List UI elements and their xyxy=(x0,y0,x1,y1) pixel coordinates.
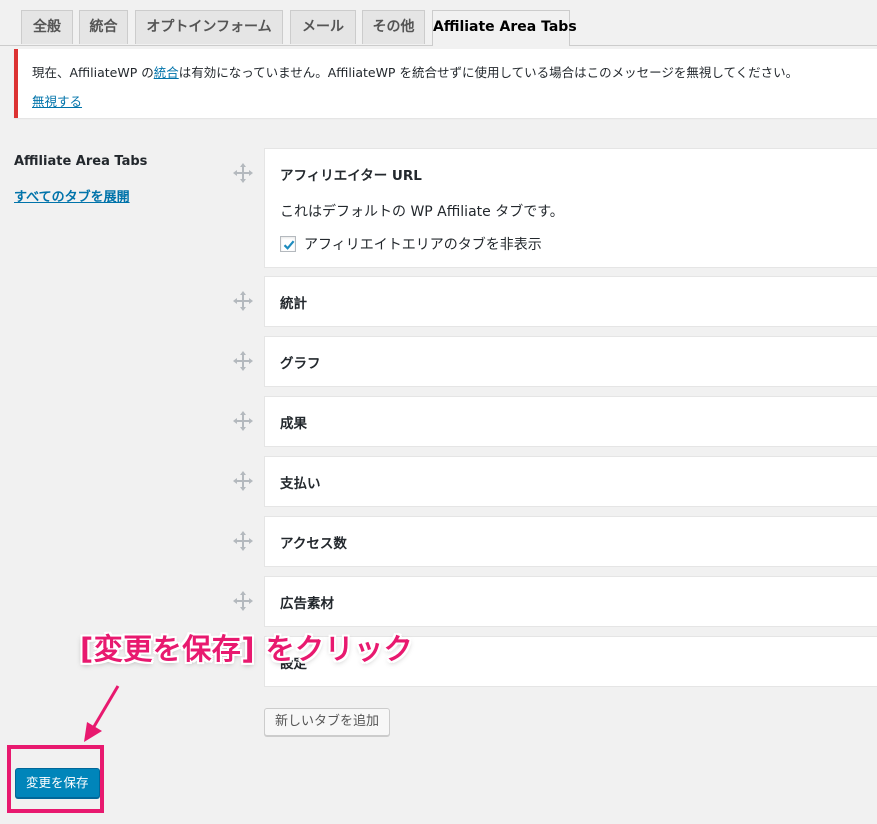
notice-text-after: は有効になっていません。AffiliateWP を統合せずに使用している場合はこ… xyxy=(178,65,799,80)
panel-title[interactable]: 支払い xyxy=(280,472,321,492)
move-handle-icon[interactable] xyxy=(233,531,253,551)
integration-notice: 現在、AffiliateWP の統合は有効になっていません。AffiliateW… xyxy=(14,49,877,118)
panel-title[interactable]: 成果 xyxy=(280,412,307,432)
move-handle-icon[interactable] xyxy=(233,471,253,491)
settings-tabs: 全般 統合 オプトインフォーム メール その他 Affiliate Area T… xyxy=(0,0,877,46)
panel-title[interactable]: アクセス数 xyxy=(280,532,347,552)
panel-title[interactable]: 広告素材 xyxy=(280,592,334,612)
move-handle-icon[interactable] xyxy=(233,591,253,611)
notice-text-before: 現在、AffiliateWP の xyxy=(32,65,154,80)
tab-misc[interactable]: その他 xyxy=(362,10,425,44)
panel-title[interactable]: アフィリエイター URL xyxy=(280,164,422,184)
move-handle-icon[interactable] xyxy=(233,291,253,311)
panel-description: これはデフォルトの WP Affiliate タブです。 xyxy=(280,204,564,220)
tab-panel-stats[interactable]: 統計 xyxy=(264,276,877,327)
panel-title[interactable]: グラフ xyxy=(280,352,321,372)
hide-tab-option[interactable]: アフィリエイトエリアのタブを非表示 xyxy=(280,234,542,254)
highlight-box xyxy=(7,745,104,813)
hide-tab-checkbox[interactable] xyxy=(280,236,296,252)
annotation-callout: [変更を保存] をクリック xyxy=(80,632,414,666)
tab-panel-affiliate-urls[interactable]: アフィリエイター URL これはデフォルトの WP Affiliate タブです… xyxy=(264,148,877,268)
notice-message: 現在、AffiliateWP の統合は有効になっていません。AffiliateW… xyxy=(32,62,798,81)
tab-emails[interactable]: メール xyxy=(290,10,356,44)
tab-affiliate-area-tabs[interactable]: Affiliate Area Tabs xyxy=(432,10,577,46)
tab-integrations[interactable]: 統合 xyxy=(79,10,128,44)
tab-panel-creatives[interactable]: 広告素材 xyxy=(264,576,877,627)
notice-dismiss-link[interactable]: 無視する xyxy=(32,91,82,110)
tab-opt-in-form[interactable]: オプトインフォーム xyxy=(135,10,283,44)
move-handle-icon[interactable] xyxy=(233,411,253,431)
tab-panel-visits[interactable]: アクセス数 xyxy=(264,516,877,567)
tab-general[interactable]: 全般 xyxy=(21,10,73,44)
notice-integration-link[interactable]: 統合 xyxy=(154,65,179,80)
hide-tab-label: アフィリエイトエリアのタブを非表示 xyxy=(304,237,542,253)
tab-panel-referrals[interactable]: 成果 xyxy=(264,396,877,447)
expand-all-tabs-link[interactable]: すべてのタブを展開 xyxy=(14,186,130,205)
move-handle-icon[interactable] xyxy=(233,351,253,371)
add-new-tab-button[interactable]: 新しいタブを追加 xyxy=(264,708,391,736)
checkmark-icon xyxy=(283,240,295,250)
move-handle-icon[interactable] xyxy=(233,163,253,183)
section-title: Affiliate Area Tabs xyxy=(14,154,148,169)
panel-title[interactable]: 統計 xyxy=(280,292,307,312)
arrow-icon xyxy=(84,685,120,742)
tab-panel-payouts[interactable]: 支払い xyxy=(264,456,877,507)
tab-panel-graphs[interactable]: グラフ xyxy=(264,336,877,387)
